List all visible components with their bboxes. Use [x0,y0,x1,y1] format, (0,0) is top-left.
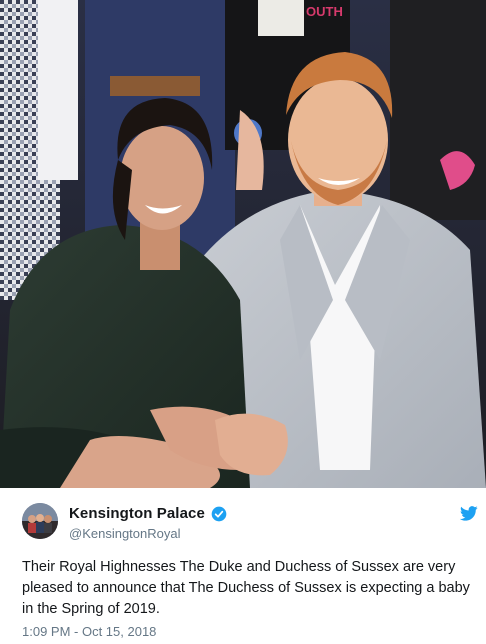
tweet-card: Kensington Palace @KensingtonRoyal Their… [0,488,486,644]
avatar[interactable] [22,503,58,539]
duchess-face [120,126,204,230]
name-row: Kensington Palace [69,505,227,522]
badge-text: OUTH [306,4,343,19]
tweet-photo[interactable]: OUTH [0,0,486,488]
belt [110,76,200,96]
verified-badge-icon [211,506,227,522]
person-right [390,0,486,220]
timestamp[interactable]: 1:09 PM - Oct 15, 2018 [22,624,156,639]
tweet-text: Their Royal Highnesses The Duke and Duch… [22,559,470,617]
handle[interactable]: @KensingtonRoyal [69,526,180,541]
white-sleeve [38,0,78,180]
display-name[interactable]: Kensington Palace [69,505,205,522]
twitter-bird-icon[interactable] [459,506,478,521]
name-badge [258,0,304,36]
